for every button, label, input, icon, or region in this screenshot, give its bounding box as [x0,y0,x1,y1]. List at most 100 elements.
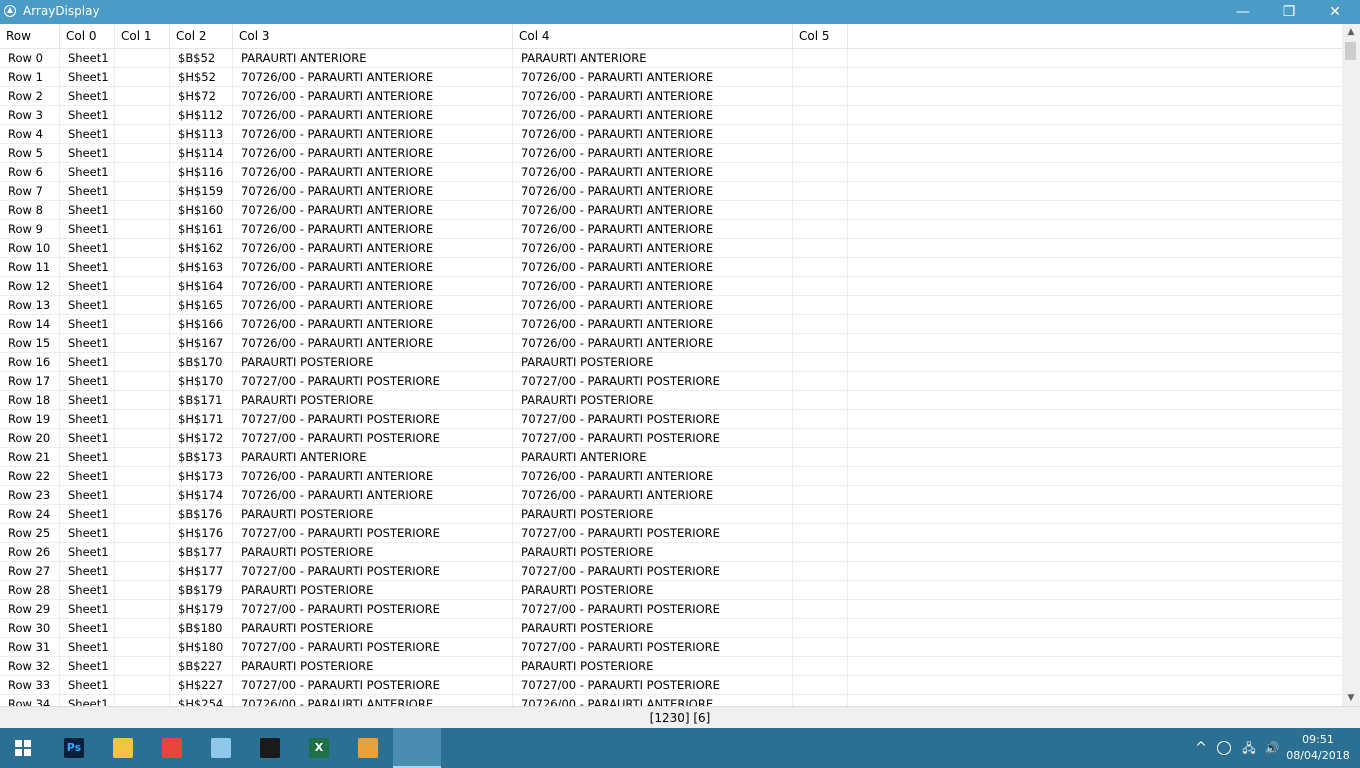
cell-row-label[interactable]: Row 34 [0,695,60,706]
cell-col-1[interactable] [115,543,170,562]
cell-col-5[interactable] [793,448,848,467]
cell-row-label[interactable]: Row 5 [0,144,60,163]
cell-col-0[interactable]: Sheet1 [60,258,115,277]
cell-col-3[interactable]: 70727/00 - PARAURTI POSTERIORE [233,638,513,657]
cell-row-label[interactable]: Row 29 [0,600,60,619]
cell-row-label[interactable]: Row 10 [0,239,60,258]
cell-col-3[interactable]: 70727/00 - PARAURTI POSTERIORE [233,676,513,695]
cell-col-4[interactable]: 70727/00 - PARAURTI POSTERIORE [513,524,793,543]
cell-row-label[interactable]: Row 8 [0,201,60,220]
cell-col-1[interactable] [115,410,170,429]
cell-row-label[interactable]: Row 19 [0,410,60,429]
table-row[interactable]: Row 23 Sheet1 $H$174 70726/00 - PARAURTI AN… [0,486,1342,505]
cell-row-label[interactable]: Row 4 [0,125,60,144]
cell-col-3[interactable]: 70726/00 - PARAURTI ANTERIORE [233,182,513,201]
cell-row-label[interactable]: Row 31 [0,638,60,657]
cell-col-2[interactable]: $H$179 [170,600,233,619]
cell-col-3[interactable]: 70727/00 - PARAURTI POSTERIORE [233,600,513,619]
cell-col-3[interactable]: 70726/00 - PARAURTI ANTERIORE [233,486,513,505]
taskbar-app-button[interactable] [148,728,196,768]
restore-button[interactable]: ❐ [1266,0,1312,24]
taskbar-app-button[interactable] [393,728,441,768]
cell-col-1[interactable] [115,695,170,706]
cell-col-1[interactable] [115,467,170,486]
cell-col-3[interactable]: 70726/00 - PARAURTI ANTERIORE [233,144,513,163]
cell-col-4[interactable]: PARAURTI POSTERIORE [513,657,793,676]
cell-col-2[interactable]: $H$161 [170,220,233,239]
cell-col-3[interactable]: PARAURTI POSTERIORE [233,657,513,676]
cell-row-label[interactable]: Row 0 [0,49,60,68]
cell-col-2[interactable]: $H$114 [170,144,233,163]
taskbar-app-button[interactable]: X [295,728,343,768]
cell-col-4[interactable]: 70727/00 - PARAURTI POSTERIORE [513,372,793,391]
header-col-4[interactable]: Col 4 [513,24,793,48]
cell-row-label[interactable]: Row 22 [0,467,60,486]
cell-col-1[interactable] [115,448,170,467]
cell-col-1[interactable] [115,581,170,600]
tray-chevron-icon[interactable]: ^ [1192,728,1210,768]
cell-col-0[interactable]: Sheet1 [60,486,115,505]
cell-col-0[interactable]: Sheet1 [60,182,115,201]
table-row[interactable]: Row 32 Sheet1 $B$227 PARAURTI POSTERIORE PAR… [0,657,1342,676]
cell-col-2[interactable]: $H$170 [170,372,233,391]
cell-col-0[interactable]: Sheet1 [60,448,115,467]
cell-col-0[interactable]: Sheet1 [60,68,115,87]
cell-col-4[interactable]: 70726/00 - PARAURTI ANTERIORE [513,296,793,315]
cell-col-3[interactable]: 70726/00 - PARAURTI ANTERIORE [233,163,513,182]
cell-col-5[interactable] [793,524,848,543]
cell-col-3[interactable]: 70727/00 - PARAURTI POSTERIORE [233,410,513,429]
cell-col-2[interactable]: $H$116 [170,163,233,182]
cell-col-1[interactable] [115,505,170,524]
table-row[interactable]: Row 5 Sheet1 $H$114 70726/00 - PARAURTI ANT… [0,144,1342,163]
cell-col-0[interactable]: Sheet1 [60,353,115,372]
cell-col-0[interactable]: Sheet1 [60,87,115,106]
cell-col-1[interactable] [115,657,170,676]
cell-col-3[interactable]: 70727/00 - PARAURTI POSTERIORE [233,562,513,581]
cell-col-3[interactable]: PARAURTI ANTERIORE [233,448,513,467]
table-row[interactable]: Row 9 Sheet1 $H$161 70726/00 - PARAURTI ANT… [0,220,1342,239]
cell-col-1[interactable] [115,125,170,144]
cell-col-4[interactable]: 70726/00 - PARAURTI ANTERIORE [513,315,793,334]
cell-row-label[interactable]: Row 7 [0,182,60,201]
cell-col-1[interactable] [115,163,170,182]
cell-col-5[interactable] [793,562,848,581]
cell-col-1[interactable] [115,49,170,68]
cell-col-2[interactable]: $H$72 [170,87,233,106]
volume-icon[interactable]: 🔊 [1262,728,1282,768]
cell-col-4[interactable]: PARAURTI ANTERIORE [513,49,793,68]
cell-col-1[interactable] [115,68,170,87]
cell-row-label[interactable]: Row 21 [0,448,60,467]
cell-col-5[interactable] [793,410,848,429]
cell-col-5[interactable] [793,657,848,676]
cell-col-3[interactable]: 70726/00 - PARAURTI ANTERIORE [233,695,513,706]
cell-col-5[interactable] [793,182,848,201]
cell-row-label[interactable]: Row 1 [0,68,60,87]
header-col-0[interactable]: Col 0 [60,24,115,48]
cell-col-0[interactable]: Sheet1 [60,144,115,163]
cell-col-2[interactable]: $H$227 [170,676,233,695]
cell-col-2[interactable]: $H$112 [170,106,233,125]
cell-row-label[interactable]: Row 9 [0,220,60,239]
cell-col-1[interactable] [115,296,170,315]
table-row[interactable]: Row 16 Sheet1 $B$170 PARAURTI POSTERIORE PAR… [0,353,1342,372]
cell-row-label[interactable]: Row 30 [0,619,60,638]
table-row[interactable]: Row 12 Sheet1 $H$164 70726/00 - PARAURTI AN… [0,277,1342,296]
cell-col-2[interactable]: $B$179 [170,581,233,600]
cell-col-1[interactable] [115,676,170,695]
cell-col-0[interactable]: Sheet1 [60,429,115,448]
cell-row-label[interactable]: Row 15 [0,334,60,353]
cell-col-3[interactable]: PARAURTI POSTERIORE [233,391,513,410]
table-row[interactable]: Row 24 Sheet1 $B$176 PARAURTI POSTERIORE PAR… [0,505,1342,524]
cell-col-0[interactable]: Sheet1 [60,505,115,524]
cell-row-label[interactable]: Row 20 [0,429,60,448]
cell-col-3[interactable]: 70726/00 - PARAURTI ANTERIORE [233,125,513,144]
taskbar-app-button[interactable] [197,728,245,768]
cell-col-1[interactable] [115,562,170,581]
cell-col-0[interactable]: Sheet1 [60,220,115,239]
cell-col-0[interactable]: Sheet1 [60,543,115,562]
cell-col-5[interactable] [793,49,848,68]
cell-col-0[interactable]: Sheet1 [60,619,115,638]
cell-col-4[interactable]: PARAURTI ANTERIORE [513,448,793,467]
cell-col-0[interactable]: Sheet1 [60,106,115,125]
cell-col-1[interactable] [115,106,170,125]
